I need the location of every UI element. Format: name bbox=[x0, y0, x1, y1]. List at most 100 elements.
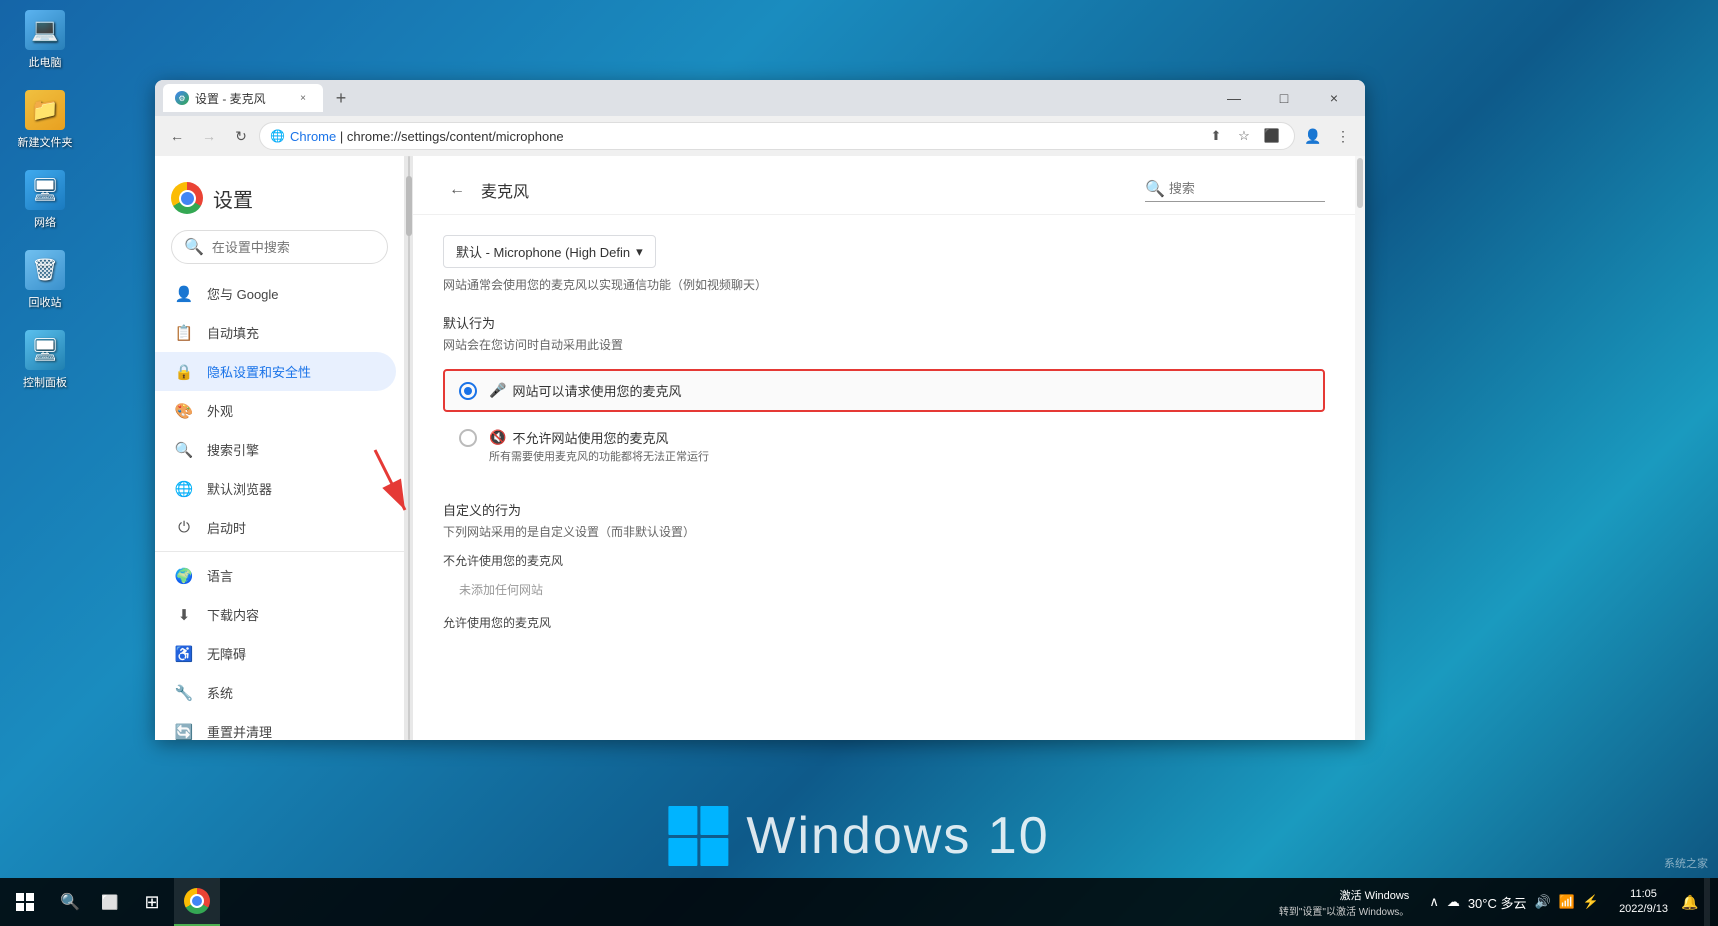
section-back-button[interactable]: ← bbox=[443, 176, 471, 204]
radio-text-deny: 🔇 不允许网站使用您的麦克风 所有需要使用麦克风的功能都将无法正常运行 bbox=[489, 428, 709, 464]
default-behavior-title: 默认行为 bbox=[443, 313, 1325, 332]
bookmark-icon[interactable]: ☆ bbox=[1232, 124, 1256, 148]
taskbar-right-area: 激活 Windows 转到"设置"以激活 Windows。 ∧ ☁ 30°C 多… bbox=[1279, 878, 1718, 926]
microphone-icon: 🎤 bbox=[489, 382, 506, 399]
radio-text-allow: 🎤 网站可以请求使用您的麦克风 bbox=[489, 381, 681, 400]
desktop: 💻 此电脑 📁 新建文件夹 🖥 网络 🗑 回收站 🖥 控制面板 Windows … bbox=[0, 0, 1718, 926]
profile-button[interactable]: 👤 bbox=[1299, 122, 1327, 150]
taskbar-search-icon: 🔍 bbox=[60, 892, 80, 912]
settings-header: 设置 bbox=[155, 166, 404, 230]
start-button[interactable] bbox=[0, 878, 50, 926]
title-bar: ⚙ 设置 - 麦克风 × + — □ × bbox=[155, 80, 1365, 116]
sidebar-item-privacy[interactable]: 🔒 隐私设置和安全性 bbox=[155, 352, 396, 391]
desktop-icon-network[interactable]: 🖥 网络 bbox=[10, 170, 80, 230]
default-behavior-sub: 网站会在您访问时自动采用此设置 bbox=[443, 336, 1325, 353]
activate-text: 激活 Windows bbox=[1340, 887, 1410, 903]
show-desktop-button[interactable] bbox=[1704, 878, 1710, 926]
sidebar-label-search-engine: 搜索引擎 bbox=[207, 440, 259, 459]
language-nav-icon: 🌍 bbox=[175, 567, 193, 585]
sidebar-item-language[interactable]: 🌍 语言 bbox=[155, 556, 404, 595]
refresh-button[interactable]: ↻ bbox=[227, 122, 255, 150]
win10-logo: Windows 10 bbox=[668, 806, 1049, 866]
task-view-button[interactable]: ⬜ bbox=[90, 878, 130, 926]
desktop-icon-folder[interactable]: 📁 新建文件夹 bbox=[10, 90, 80, 150]
taskbar-search-button[interactable]: 🔍 bbox=[50, 878, 90, 926]
radio-circle-deny bbox=[459, 429, 477, 447]
desktop-icon-computer[interactable]: 💻 此电脑 bbox=[10, 10, 80, 70]
share-icon[interactable]: ⬆ bbox=[1204, 124, 1228, 148]
sidebar-label-default-browser: 默认浏览器 bbox=[207, 479, 272, 498]
recycle-icon: 🗑 bbox=[25, 250, 65, 290]
default-mic-dropdown[interactable]: 默认 - Microphone (High Defin ▾ bbox=[443, 235, 656, 268]
privacy-nav-icon: 🔒 bbox=[175, 363, 193, 381]
clock-time: 11:05 bbox=[1619, 887, 1668, 902]
network-label: 网络 bbox=[34, 214, 56, 230]
maximize-button[interactable]: □ bbox=[1261, 80, 1307, 116]
forward-button[interactable]: → bbox=[195, 122, 223, 150]
taskbar: 🔍 ⬜ ⊞ 激活 Windows 转到"设置"以激活 Windows。 ∧ ☁ … bbox=[0, 878, 1718, 926]
sidebar-scroll-thumb[interactable] bbox=[406, 176, 412, 236]
mic-description: 网站通常会使用您的麦克风以实现通信功能（例如视频聊天） bbox=[443, 276, 1325, 293]
radio-icon-label-deny: 🔇 不允许网站使用您的麦克风 bbox=[489, 428, 709, 447]
apps-grid-icon: ⊞ bbox=[144, 892, 159, 913]
watermark-text: 系统之家 bbox=[1664, 855, 1708, 871]
address-url: chrome://settings/content/microphone bbox=[347, 129, 564, 144]
sidebar-item-downloads[interactable]: ⬇ 下载内容 bbox=[155, 595, 404, 634]
section-title: 麦克风 bbox=[481, 178, 1135, 202]
empty-deny-text: 未添加任何网站 bbox=[443, 575, 1325, 604]
option2-sublabel: 所有需要使用麦克风的功能都将无法正常运行 bbox=[489, 448, 709, 464]
chrome-logo-icon bbox=[171, 182, 203, 214]
control-icon: 🖥 bbox=[25, 330, 65, 370]
desktop-icon-recycle[interactable]: 🗑 回收站 bbox=[10, 250, 80, 310]
radio-option-deny[interactable]: 🔇 不允许网站使用您的麦克风 所有需要使用麦克风的功能都将无法正常运行 bbox=[443, 416, 1325, 476]
tab-title: 设置 - 麦克风 bbox=[195, 90, 266, 107]
sidebar-item-accessibility[interactable]: ♿ 无障碍 bbox=[155, 634, 404, 673]
sidebar-label-downloads: 下载内容 bbox=[207, 605, 259, 624]
up-arrow-icon[interactable]: ∧ bbox=[1429, 894, 1439, 910]
sidebar-item-system[interactable]: 🔧 系统 bbox=[155, 673, 404, 712]
network-tray-icon[interactable]: 📶 bbox=[1559, 894, 1575, 910]
address-bar[interactable]: 🌐 Chrome | chrome://settings/content/mic… bbox=[259, 122, 1295, 150]
sidebar-item-reset[interactable]: 🔄 重置并清理 bbox=[155, 712, 404, 740]
section-nav: ← 麦克风 🔍 bbox=[413, 156, 1355, 215]
settings-search-input[interactable] bbox=[212, 240, 388, 255]
desktop-icon-control[interactable]: 🖥 控制面板 bbox=[10, 330, 80, 390]
scrollbar-thumb[interactable] bbox=[1357, 158, 1363, 208]
apps-grid-button[interactable]: ⊞ bbox=[130, 878, 174, 926]
recycle-label: 回收站 bbox=[29, 294, 62, 310]
autofill-nav-icon: 📋 bbox=[175, 324, 193, 342]
windows-start-icon bbox=[16, 893, 34, 911]
browser-tab[interactable]: ⚙ 设置 - 麦克风 × bbox=[163, 84, 323, 112]
taskbar-clock[interactable]: 11:05 2022/9/13 bbox=[1611, 887, 1676, 918]
sidebar-label-appearance: 外观 bbox=[207, 401, 233, 420]
red-arrow-annotation bbox=[315, 440, 435, 540]
close-button[interactable]: × bbox=[1311, 80, 1357, 116]
notification-button[interactable]: 🔔 bbox=[1680, 878, 1700, 926]
sidebar-label-privacy: 隐私设置和安全性 bbox=[207, 362, 311, 381]
chrome-app-icon bbox=[184, 888, 210, 914]
minimize-button[interactable]: — bbox=[1211, 80, 1257, 116]
extension-icon[interactable]: ⬛ bbox=[1260, 124, 1284, 148]
menu-button[interactable]: ⋮ bbox=[1329, 122, 1357, 150]
volume-icon[interactable]: 🔊 bbox=[1535, 894, 1551, 910]
section-search-icon: 🔍 bbox=[1145, 179, 1165, 199]
sidebar-label-system: 系统 bbox=[207, 683, 233, 702]
sidebar-item-appearance[interactable]: 🎨 外观 bbox=[155, 391, 404, 430]
sidebar-item-google[interactable]: 👤 您与 Google bbox=[155, 274, 404, 313]
system-tray-icons: ∧ ☁ 30°C 多云 🔊 📶 ⚡ bbox=[1421, 893, 1607, 912]
new-tab-button[interactable]: + bbox=[327, 84, 355, 112]
custom-sub: 下列网站采用的是自定义设置（而非默认设置） bbox=[443, 523, 1325, 540]
downloads-nav-icon: ⬇ bbox=[175, 606, 193, 624]
nav-extras: 👤 ⋮ bbox=[1299, 122, 1357, 150]
sidebar-item-autofill[interactable]: 📋 自动填充 bbox=[155, 313, 404, 352]
windows-flag-icon bbox=[668, 806, 728, 866]
tab-close-button[interactable]: × bbox=[295, 90, 311, 106]
mic-muted-icon: 🔇 bbox=[489, 429, 506, 446]
settings-search-box[interactable]: 🔍 bbox=[171, 230, 388, 264]
sidebar-divider bbox=[155, 551, 404, 552]
back-button[interactable]: ← bbox=[163, 122, 191, 150]
radio-option-allow[interactable]: 🎤 网站可以请求使用您的麦克风 bbox=[443, 369, 1325, 412]
section-search-input[interactable] bbox=[1169, 181, 1309, 196]
folder-icon: 📁 bbox=[25, 90, 65, 130]
taskbar-chrome-app[interactable] bbox=[174, 878, 220, 926]
